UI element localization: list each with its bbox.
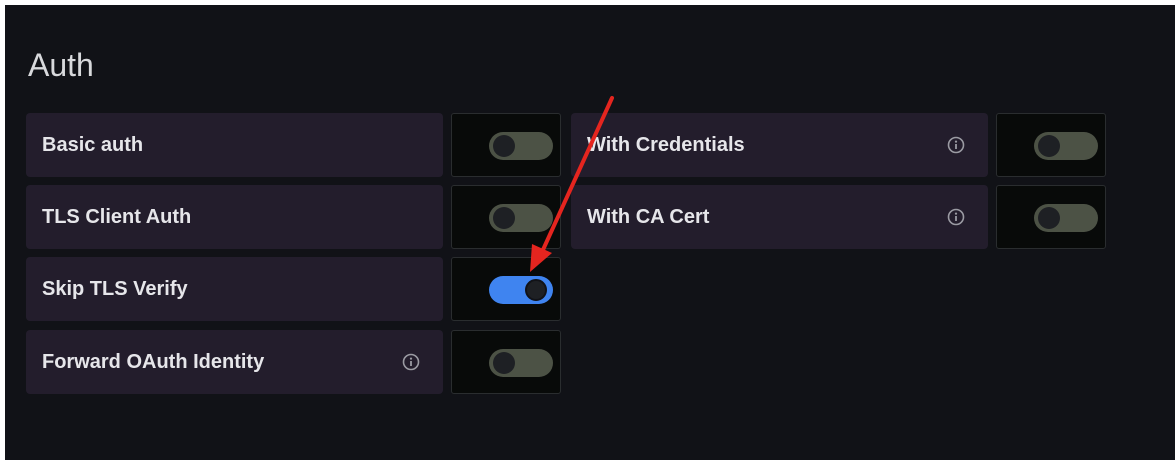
toggle-knob bbox=[493, 352, 515, 374]
toggle-knob bbox=[1038, 207, 1060, 229]
switch-container bbox=[451, 330, 561, 394]
setting-row-tls-client-auth: TLS Client Auth bbox=[26, 185, 563, 249]
toggle-knob bbox=[493, 135, 515, 157]
toggle-knob bbox=[493, 207, 515, 229]
with-ca-cert-toggle[interactable] bbox=[1034, 204, 1098, 232]
toggle-knob bbox=[1038, 135, 1060, 157]
info-circle-icon[interactable] bbox=[946, 207, 966, 227]
skip-tls-verify-toggle[interactable] bbox=[489, 276, 553, 304]
setting-label: With Credentials bbox=[587, 133, 745, 156]
section-title: Auth bbox=[28, 47, 94, 83]
toggle-knob bbox=[525, 279, 547, 301]
switch-container bbox=[996, 185, 1106, 249]
auth-settings-panel: Auth Basic auth TLS Client Auth Skip TLS… bbox=[5, 5, 1175, 460]
setting-label-box: Basic auth bbox=[26, 113, 443, 177]
setting-label: Basic auth bbox=[42, 133, 144, 156]
info-circle-icon[interactable] bbox=[946, 135, 966, 155]
setting-row-basic-auth: Basic auth bbox=[26, 113, 563, 177]
setting-label: Skip TLS Verify bbox=[42, 277, 188, 300]
setting-label: TLS Client Auth bbox=[42, 205, 192, 228]
basic-auth-toggle[interactable] bbox=[489, 132, 553, 160]
info-circle-icon[interactable] bbox=[401, 352, 421, 372]
switch-container bbox=[451, 113, 561, 177]
switch-container bbox=[451, 257, 561, 321]
setting-label-box: With CA Cert bbox=[571, 185, 988, 249]
setting-row-with-ca-cert: With CA Cert bbox=[571, 185, 1108, 249]
setting-label-box: Skip TLS Verify bbox=[26, 257, 443, 321]
setting-row-with-credentials: With Credentials bbox=[571, 113, 1108, 177]
setting-row-forward-oauth-identity: Forward OAuth Identity bbox=[26, 330, 563, 394]
setting-label: With CA Cert bbox=[587, 205, 710, 228]
setting-label-box: TLS Client Auth bbox=[26, 185, 443, 249]
switch-container bbox=[451, 185, 561, 249]
setting-label: Forward OAuth Identity bbox=[42, 350, 265, 373]
forward-oauth-identity-toggle[interactable] bbox=[489, 349, 553, 377]
setting-row-skip-tls-verify: Skip TLS Verify bbox=[26, 257, 563, 321]
switch-container bbox=[996, 113, 1106, 177]
tls-client-auth-toggle[interactable] bbox=[489, 204, 553, 232]
with-credentials-toggle[interactable] bbox=[1034, 132, 1098, 160]
setting-label-box: With Credentials bbox=[571, 113, 988, 177]
setting-label-box: Forward OAuth Identity bbox=[26, 330, 443, 394]
